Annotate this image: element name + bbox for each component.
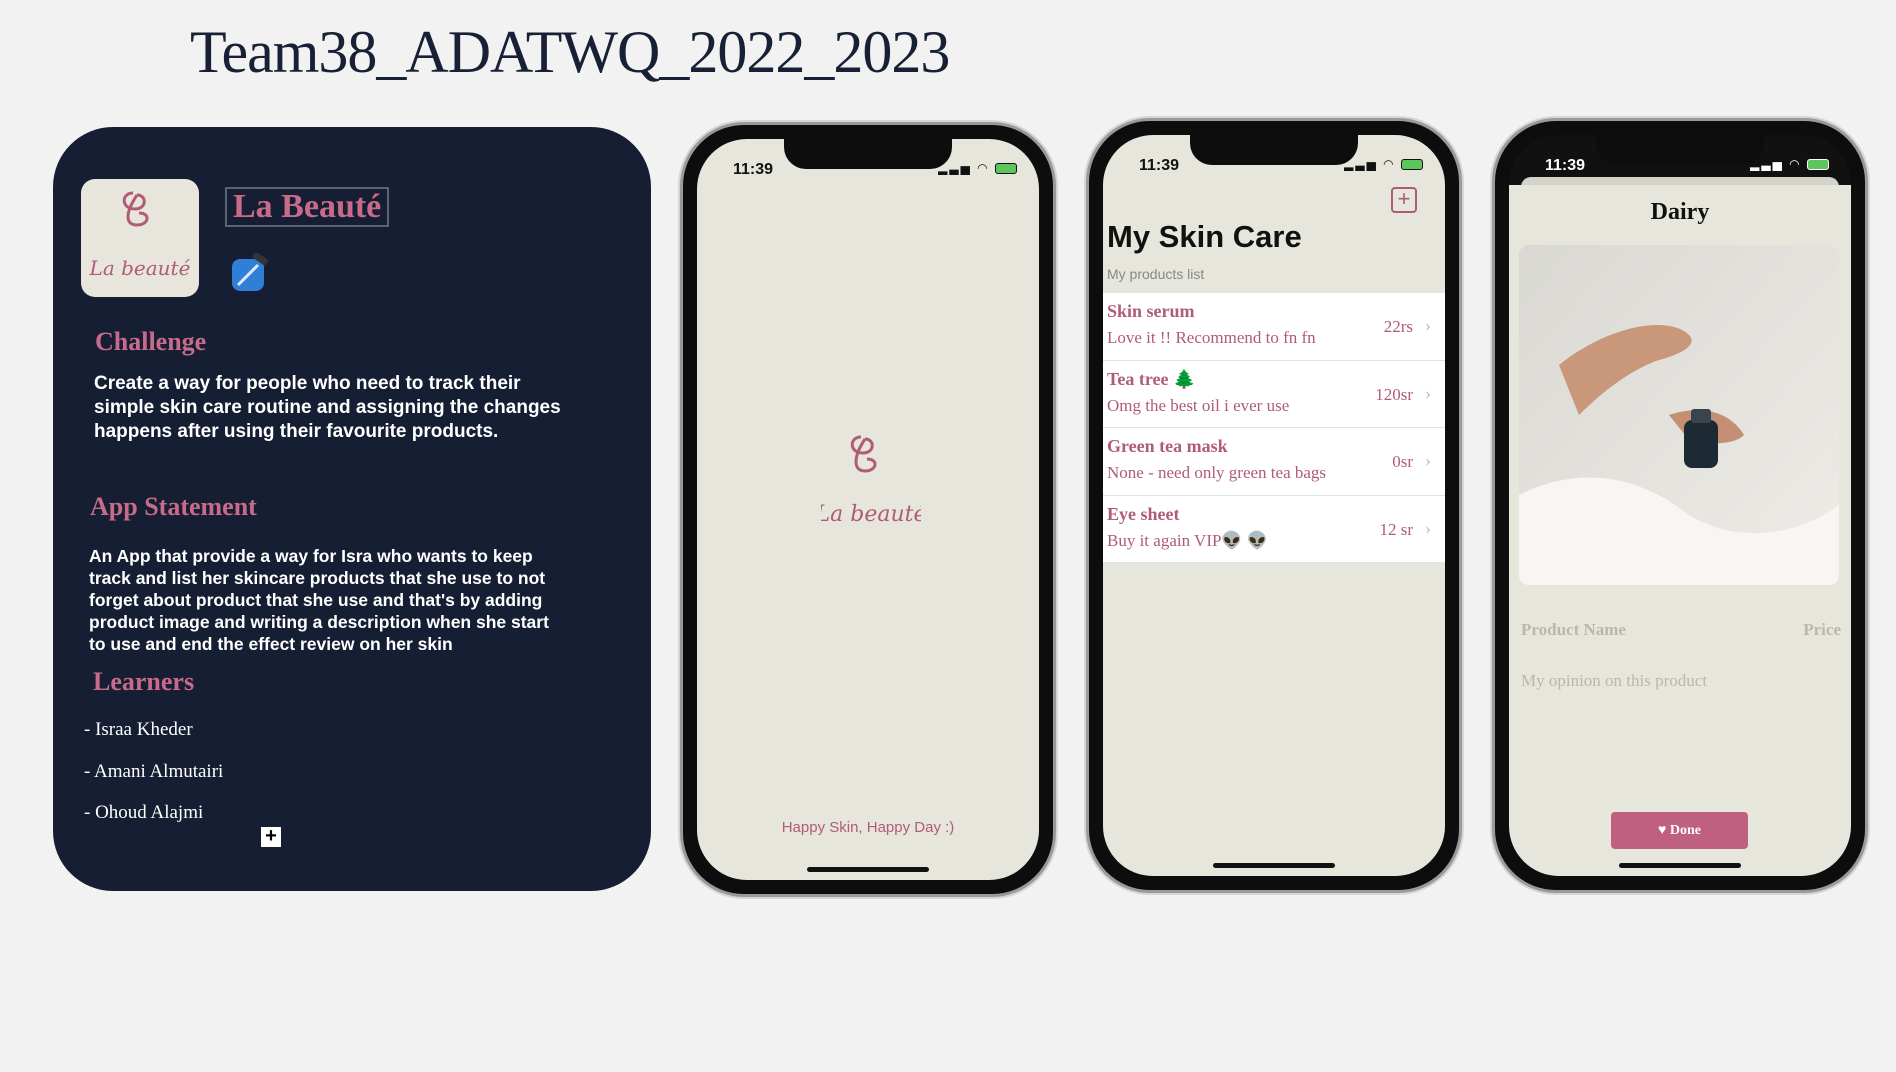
notch: [1596, 135, 1764, 165]
logo-wordmark: La beauté: [89, 256, 191, 280]
page-title: Team38_ADATWQ_2022_2023: [190, 19, 950, 85]
challenge-heading: Challenge: [95, 327, 207, 356]
list-title: My Skin Care: [1107, 219, 1302, 254]
list-subtitle: My products list: [1107, 266, 1205, 282]
battery-icon: [995, 163, 1017, 175]
chevron-right-icon: ›: [1425, 315, 1431, 335]
price-field[interactable]: Price: [1803, 620, 1841, 640]
done-button[interactable]: ♥ Done: [1611, 812, 1748, 849]
product-price: 22rs: [1383, 317, 1413, 336]
xcode-icon: [232, 253, 269, 291]
product-list: Skin serum Love it !! Recommend to fn fn…: [1103, 293, 1445, 563]
home-indicator: [1213, 863, 1335, 868]
detail-title: Dairy: [1650, 199, 1710, 225]
splash-wordmark: La beauté: [821, 502, 921, 527]
opinion-field[interactable]: My opinion on this product: [1521, 671, 1707, 691]
product-row[interactable]: Skin serum Love it !! Recommend to fn fn…: [1103, 293, 1445, 361]
learner-item: - Israa Kheder: [84, 719, 193, 740]
chevron-right-icon: ›: [1425, 382, 1431, 403]
phone-list: 11:39 ▂▃▅ ◠ + My Skin Care My products l…: [1086, 118, 1462, 893]
add-product-button[interactable]: +: [1391, 187, 1417, 213]
notch: [784, 139, 952, 169]
learner-item: - Amani Almutairi: [84, 761, 224, 782]
list-screen: 11:39 ▂▃▅ ◠ + My Skin Care My products l…: [1103, 135, 1445, 876]
learner-item: - Ohoud Alajmi: [84, 802, 204, 823]
phone-detail: 11:39 ▂▃▅ ◠ Dairy Product Name Price My …: [1492, 118, 1868, 893]
product-image: [1519, 245, 1839, 585]
phone-splash: 11:39 ▂▃▅ ◠ La beauté Happy Skin, Happy …: [680, 122, 1056, 897]
product-name-field[interactable]: Product Name: [1521, 620, 1626, 640]
heart-icon: ♥: [1658, 823, 1667, 838]
add-icon[interactable]: +: [261, 826, 281, 847]
product-row[interactable]: Tea tree 🌲 Omg the best oil i ever use 1…: [1103, 360, 1445, 428]
detail-screen: 11:39 ▂▃▅ ◠ Dairy Product Name Price My …: [1509, 135, 1851, 876]
status-icons: ▂▃▅ ◠: [938, 161, 1017, 175]
challenge-text: Create a way for people who need to trac…: [94, 373, 561, 442]
statement-text: An App that provide a way for Isra who w…: [89, 546, 549, 654]
product-row[interactable]: Eye sheet Buy it again VIP👽 👽 12 sr ›: [1103, 495, 1445, 563]
product-photo[interactable]: [1519, 245, 1839, 585]
splash-logo-icon: La beauté: [821, 435, 921, 527]
wifi-icon: ◠: [977, 161, 990, 175]
battery-icon: [1807, 159, 1829, 171]
app-logo-icon: La beauté: [89, 191, 191, 280]
status-icons: ▂▃▅ ◠: [1344, 157, 1423, 171]
status-time: 11:39: [733, 161, 774, 178]
done-label: Done: [1669, 823, 1701, 838]
wifi-icon: ◠: [1789, 157, 1802, 171]
statement-heading: App Statement: [90, 492, 257, 521]
battery-icon: [1401, 159, 1423, 171]
chevron-right-icon: ›: [1425, 517, 1431, 538]
home-indicator: [807, 867, 929, 872]
status-time: 11:39: [1139, 157, 1180, 174]
wifi-icon: ◠: [1383, 157, 1396, 171]
project-info-card: La beauté La Beauté Challenge Create a w…: [53, 127, 651, 891]
chevron-right-icon: ›: [1425, 450, 1431, 470]
signal-icon: ▂▃▅: [1344, 157, 1378, 171]
home-indicator: [1619, 863, 1741, 868]
app-logo-tile: La beauté: [81, 179, 199, 297]
notch: [1190, 135, 1358, 165]
brand-name: La Beauté: [225, 187, 390, 227]
product-price: 0sr: [1392, 452, 1413, 471]
status-time: 11:39: [1545, 157, 1586, 174]
product-price: 12 sr: [1379, 519, 1413, 539]
learners-heading: Learners: [93, 667, 195, 696]
splash-screen: 11:39 ▂▃▅ ◠ La beauté Happy Skin, Happy …: [697, 139, 1039, 880]
signal-icon: ▂▃▅: [938, 161, 972, 175]
status-icons: ▂▃▅ ◠: [1750, 157, 1829, 171]
product-row[interactable]: Green tea mask None - need only green te…: [1103, 428, 1445, 496]
splash-tagline: Happy Skin, Happy Day :): [781, 819, 955, 836]
product-price: 120sr: [1375, 384, 1413, 404]
sheet: Dairy Product Name Price My opinion on t…: [1509, 185, 1851, 876]
signal-icon: ▂▃▅: [1750, 157, 1784, 171]
